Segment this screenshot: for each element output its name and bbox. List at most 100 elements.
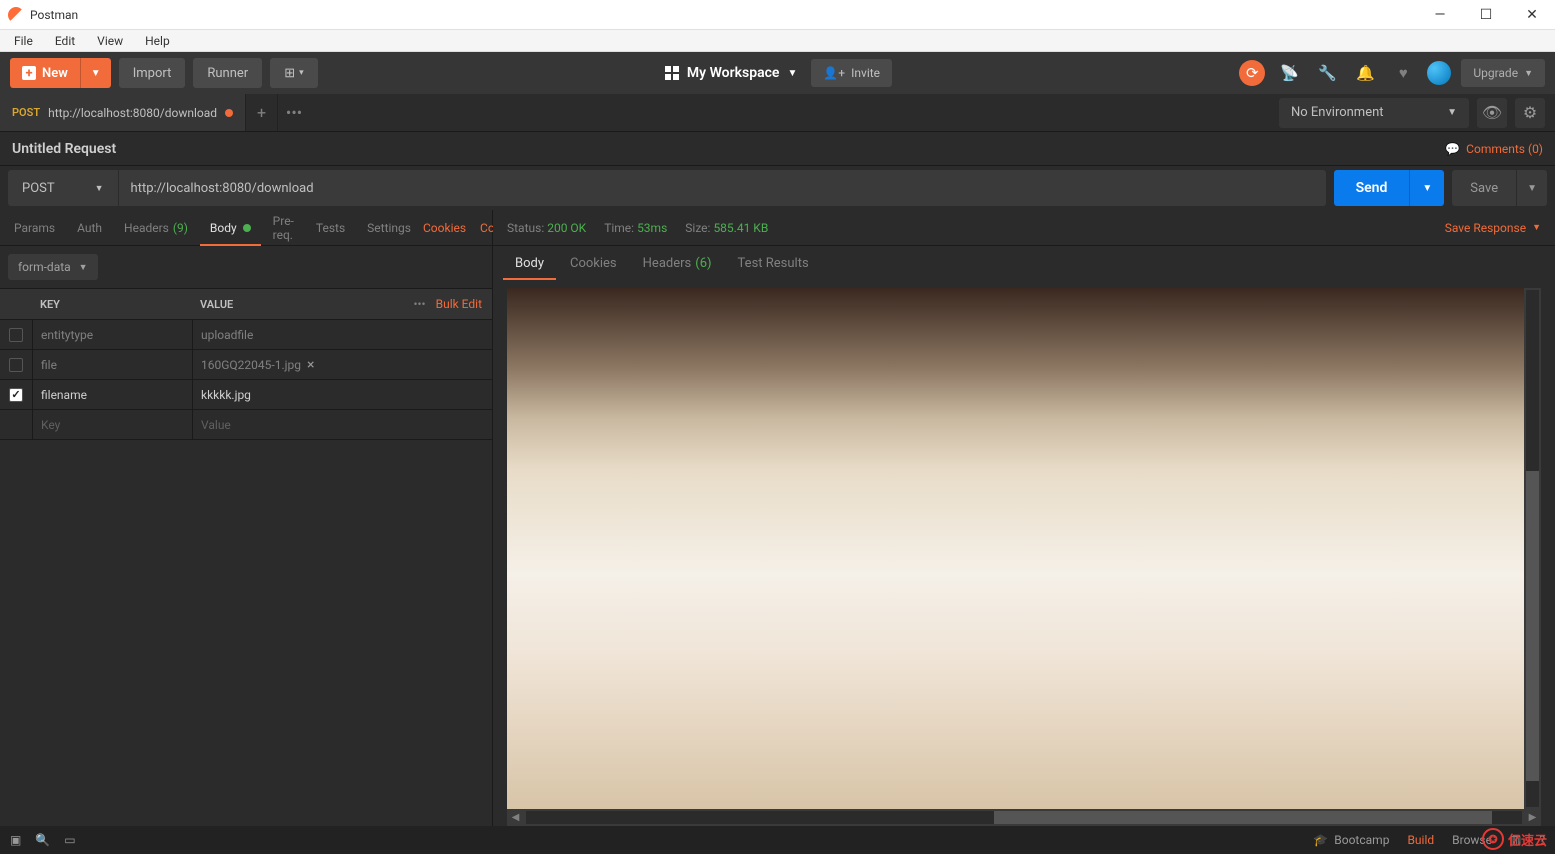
tab-title: http://localhost:8080/download — [48, 106, 217, 120]
menu-view[interactable]: View — [87, 32, 133, 50]
tab-params[interactable]: Params — [4, 210, 65, 245]
save-button[interactable]: Save ▼ — [1452, 170, 1547, 206]
horizontal-scrollbar[interactable]: ◀ ▶ — [507, 809, 1541, 826]
comment-icon: 💬 — [1445, 142, 1460, 156]
form-header-key: KEY — [32, 298, 192, 311]
tab-headers-label: Headers — [124, 221, 169, 235]
tab-settings[interactable]: Settings — [357, 210, 421, 245]
menu-file[interactable]: File — [4, 32, 43, 50]
find-icon[interactable]: 🔍 — [35, 833, 50, 847]
row-checkbox[interactable]: ✓ — [9, 388, 23, 402]
tabs-row: POST http://localhost:8080/download + ••… — [0, 94, 1555, 132]
row-checkbox[interactable] — [9, 358, 23, 372]
menu-edit[interactable]: Edit — [45, 32, 85, 50]
watermark-text: 亿速云 — [1508, 830, 1547, 849]
upgrade-label: Upgrade — [1473, 66, 1518, 80]
window-titlebar: Postman — ☐ ✕ — [0, 0, 1555, 30]
scroll-left-icon[interactable]: ◀ — [507, 809, 524, 826]
row-value-placeholder[interactable]: Value — [192, 410, 492, 439]
resp-tab-body[interactable]: Body — [503, 246, 556, 280]
window-close-button[interactable]: ✕ — [1509, 0, 1555, 30]
chevron-down-icon: ▼ — [1532, 222, 1541, 233]
workspace-icon — [665, 66, 679, 80]
chevron-down-icon: ▼ — [1524, 68, 1533, 79]
watermark: ✪ 亿速云 — [1482, 828, 1547, 850]
sidebar-toggle-icon[interactable]: ▣ — [10, 833, 21, 847]
window-maximize-button[interactable]: ☐ — [1463, 0, 1509, 30]
request-tab[interactable]: POST http://localhost:8080/download — [0, 94, 246, 131]
menu-help[interactable]: Help — [135, 32, 180, 50]
tab-headers-count: (9) — [173, 221, 188, 235]
form-row: entitytype uploadfile — [0, 320, 492, 350]
chevron-down-icon: ▼ — [95, 183, 104, 194]
url-input[interactable]: http://localhost:8080/download — [119, 170, 1326, 206]
tab-body[interactable]: Body — [200, 210, 261, 245]
response-image-viewport[interactable] — [507, 288, 1541, 809]
status-label: Status: — [507, 221, 544, 235]
new-button[interactable]: + New ▼ — [10, 58, 111, 88]
send-button[interactable]: Send ▼ — [1334, 170, 1445, 206]
row-key[interactable]: file — [32, 350, 192, 379]
scroll-right-icon[interactable]: ▶ — [1524, 809, 1541, 826]
method-selector[interactable]: POST ▼ — [8, 170, 119, 206]
resp-tab-headers[interactable]: Headers (6) — [631, 246, 724, 280]
tab-overflow-button[interactable]: ••• — [278, 94, 310, 131]
build-link[interactable]: Build — [1407, 833, 1434, 847]
row-options-icon[interactable]: ••• — [413, 297, 425, 311]
row-value-file[interactable]: 160GQ22045-1.jpg × — [192, 350, 492, 379]
request-pane: Params Auth Headers (9) Body Pre-req. Te… — [0, 210, 493, 826]
cookies-link[interactable]: Cookies — [423, 221, 466, 235]
row-key[interactable]: filename — [32, 380, 192, 409]
remove-file-icon[interactable]: × — [307, 357, 314, 373]
console-icon[interactable]: ▭ — [64, 833, 75, 847]
row-value[interactable]: kkkkk.jpg — [192, 380, 492, 409]
runner-button[interactable]: Runner — [193, 58, 262, 88]
bootcamp-label: Bootcamp — [1334, 833, 1389, 847]
body-type-selector[interactable]: form-data ▼ — [8, 254, 98, 280]
comments-button[interactable]: 💬 Comments (0) — [1445, 142, 1543, 156]
status-value: 200 OK — [547, 221, 586, 235]
upgrade-button[interactable]: Upgrade ▼ — [1461, 59, 1545, 87]
response-image — [507, 288, 1541, 809]
new-window-button[interactable]: ⊞▾ — [270, 58, 317, 88]
scrollbar-thumb[interactable] — [1526, 471, 1539, 781]
env-preview-button[interactable]: 👁 — [1477, 98, 1507, 128]
add-tab-button[interactable]: + — [246, 94, 278, 131]
scrollbar-thumb[interactable] — [994, 811, 1492, 824]
notifications-icon[interactable]: 🔔 — [1351, 59, 1379, 87]
send-dropdown-arrow[interactable]: ▼ — [1409, 170, 1444, 206]
tab-headers[interactable]: Headers (9) — [114, 210, 198, 245]
save-response-button[interactable]: Save Response ▼ — [1445, 221, 1541, 235]
environment-selector[interactable]: No Environment ▼ — [1279, 98, 1469, 128]
import-button[interactable]: Import — [119, 58, 186, 88]
tab-auth[interactable]: Auth — [67, 210, 112, 245]
tab-body-label: Body — [210, 221, 237, 235]
row-key[interactable]: entitytype — [32, 320, 192, 349]
workspace-selector[interactable]: My Workspace ▼ — [665, 65, 797, 81]
request-name[interactable]: Untitled Request — [12, 141, 116, 157]
avatar-icon[interactable] — [1427, 61, 1451, 85]
invite-button[interactable]: 👤+ Invite — [811, 59, 892, 87]
capture-icon[interactable]: 📡 — [1275, 59, 1303, 87]
resp-tab-test-results[interactable]: Test Results — [726, 246, 821, 280]
tab-tests[interactable]: Tests — [306, 210, 355, 245]
bulk-edit-link[interactable]: Bulk Edit — [436, 297, 482, 311]
resp-tab-cookies[interactable]: Cookies — [558, 246, 629, 280]
vertical-scrollbar[interactable] — [1524, 288, 1541, 809]
row-key-placeholder[interactable]: Key — [32, 410, 192, 439]
bootcamp-link[interactable]: 🎓 Bootcamp — [1313, 833, 1389, 847]
save-dropdown-arrow[interactable]: ▼ — [1516, 170, 1547, 206]
env-settings-button[interactable]: ⚙ — [1515, 98, 1545, 128]
tab-prereq[interactable]: Pre-req. — [263, 210, 304, 245]
request-tabs: Params Auth Headers (9) Body Pre-req. Te… — [0, 210, 492, 246]
sync-icon[interactable]: ⟳ — [1239, 60, 1265, 86]
row-checkbox[interactable] — [9, 328, 23, 342]
environment-label: No Environment — [1291, 105, 1384, 120]
settings-icon[interactable]: 🔧 — [1313, 59, 1341, 87]
row-value[interactable]: uploadfile — [192, 320, 492, 349]
new-dropdown-arrow[interactable]: ▼ — [80, 58, 111, 88]
form-header-value: VALUE — [192, 298, 413, 311]
heart-icon[interactable]: ♥ — [1389, 59, 1417, 87]
window-minimize-button[interactable]: — — [1417, 0, 1463, 30]
response-pane: Status: 200 OK Time: 53ms Size: 585.41 K… — [493, 210, 1555, 826]
